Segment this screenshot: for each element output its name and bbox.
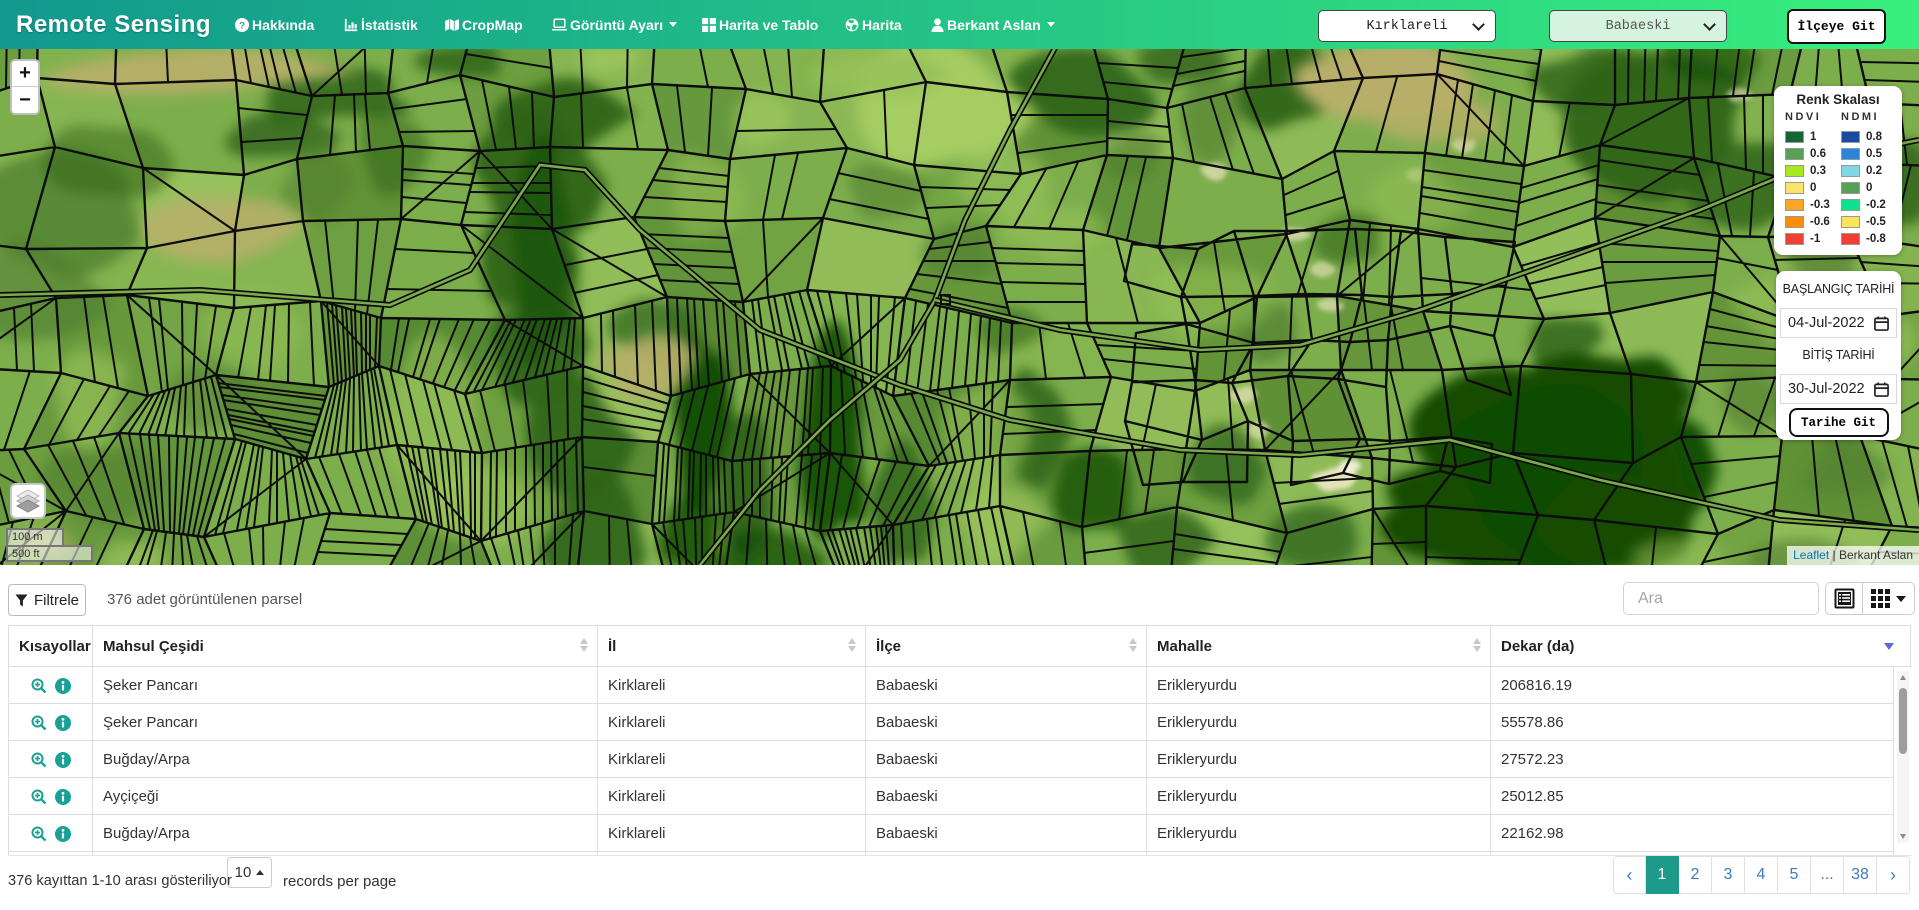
- svg-text:?: ?: [239, 20, 245, 31]
